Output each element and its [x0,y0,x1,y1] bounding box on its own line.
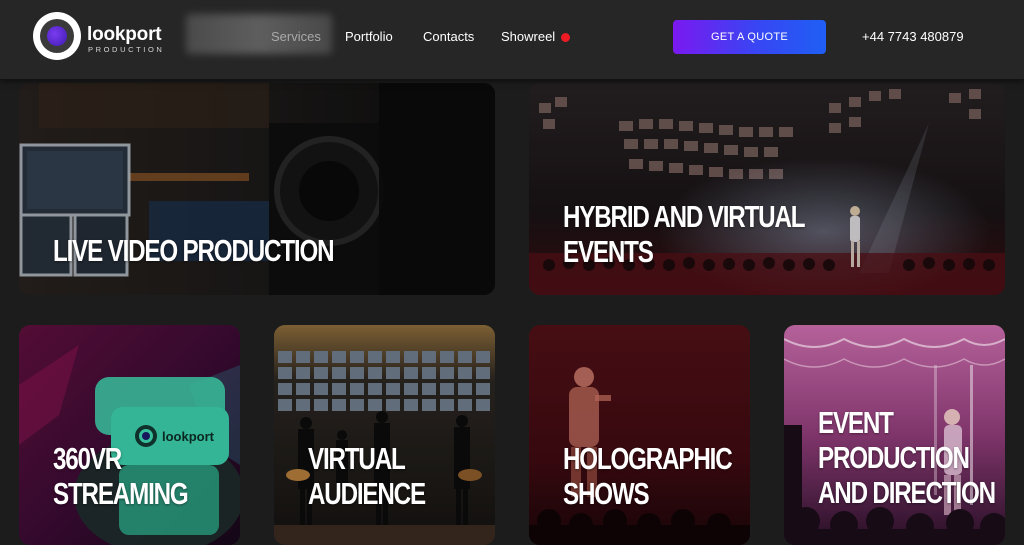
service-card-event-production-direction[interactable]: EVENT PRODUCTION AND DIRECTION [784,325,1005,545]
service-card-360vr-streaming[interactable]: lookport 360VR STREAMING [19,325,240,545]
logo-mark-icon [33,12,81,60]
service-title-line-1: HOLOGRAPHIC [563,441,733,476]
nav-showreel[interactable]: Showreel [501,29,555,45]
nav-portfolio[interactable]: Portfolio [345,29,393,45]
logo-subtitle: PRODUCTION [88,45,165,54]
service-title-line-1: HYBRID AND VIRTUAL [563,199,806,234]
live-dot-icon [561,33,570,42]
service-card-live-video-production[interactable]: LIVE VIDEO PRODUCTION [19,83,495,295]
service-title-line-2: SHOWS [563,476,650,511]
service-title-line-1: EVENT [818,405,894,440]
nav-contacts[interactable]: Contacts [423,29,474,45]
service-card-holographic-shows[interactable]: HOLOGRAPHIC SHOWS [529,325,750,545]
service-title-line-2: STREAMING [53,476,189,511]
service-title-line-2: EVENTS [563,234,654,269]
service-title: LIVE VIDEO PRODUCTION [53,233,335,268]
phone-link[interactable]: +44 7743 480879 [862,29,964,45]
service-title-line-3: AND DIRECTION [818,475,996,510]
service-title-line-2: AUDIENCE [308,476,426,511]
service-card-hybrid-virtual-events[interactable]: HYBRID AND VIRTUAL EVENTS [529,83,1005,295]
site-header: lookport PRODUCTION Services Portfolio C… [0,0,1024,79]
service-title-line-1: VIRTUAL [308,441,406,476]
service-card-virtual-audience[interactable]: VIRTUAL AUDIENCE [274,325,495,545]
get-a-quote-button[interactable]: GET A QUOTE [673,20,826,54]
nav-services[interactable]: Services [271,29,321,45]
logo-name: lookport [87,24,162,45]
service-title-line-2: PRODUCTION [818,440,970,475]
service-title-line-1: 360VR [53,441,122,476]
logo[interactable]: lookport PRODUCTION [33,12,168,60]
